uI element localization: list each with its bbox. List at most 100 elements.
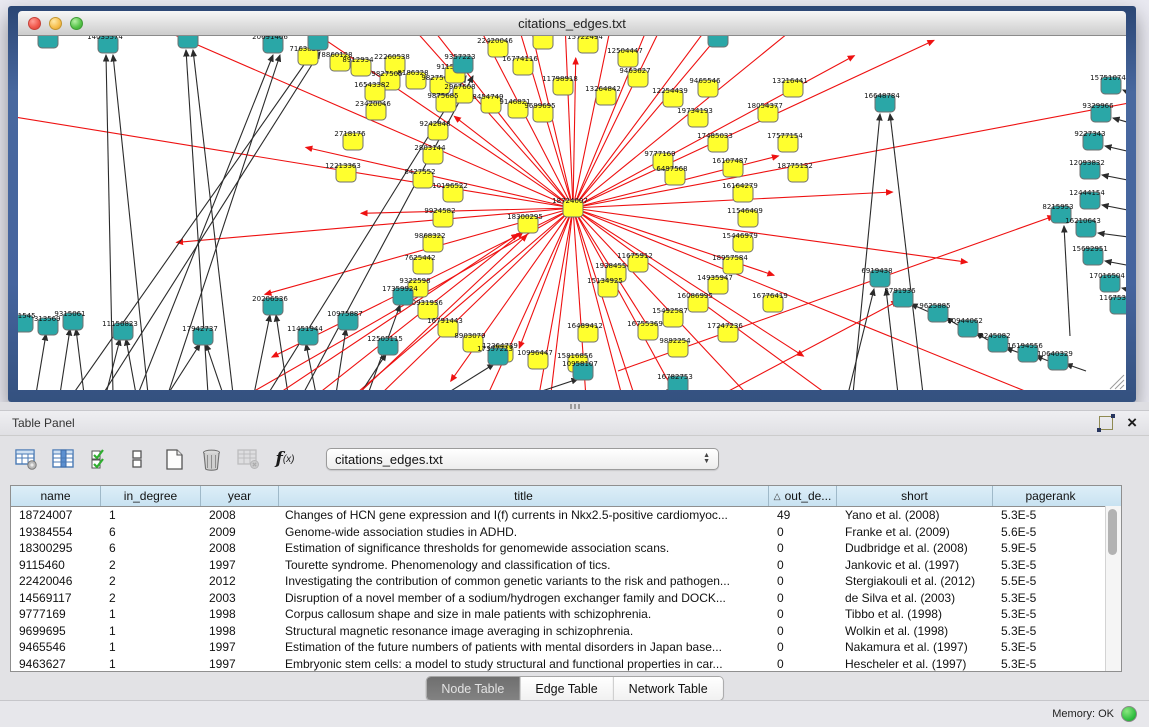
table-row[interactable]: 1938455462009Genome-wide association stu… bbox=[11, 524, 1121, 541]
graph-node-label: 16782753 bbox=[657, 373, 693, 381]
graph-node-label: 13216441 bbox=[772, 77, 808, 85]
table-row[interactable]: 946554611997Estimation of the future num… bbox=[11, 639, 1121, 656]
table-row[interactable]: 946362711997Embryonic stem cells: a mode… bbox=[11, 656, 1121, 673]
network-window-titlebar[interactable]: citations_edges.txt bbox=[18, 11, 1126, 36]
resize-grip-icon[interactable] bbox=[1115, 380, 1124, 389]
graph-node[interactable] bbox=[533, 36, 553, 49]
table-cell: Corpus callosum shape and size in male p… bbox=[279, 607, 769, 621]
row-height-icon[interactable] bbox=[125, 447, 149, 471]
table-cell: 0 bbox=[769, 624, 837, 638]
graph-edge[interactable] bbox=[1064, 226, 1070, 336]
table-cell: 1997 bbox=[201, 558, 279, 572]
network-canvas[interactable]: 7163822886012889129342226053898275051654… bbox=[18, 36, 1126, 390]
column-header-out_de[interactable]: △out_de... bbox=[769, 486, 837, 506]
table-settings-icon[interactable] bbox=[14, 447, 38, 471]
graph-node-label: 22420046 bbox=[477, 37, 513, 45]
cytoscape-desktop: citations_edges.txt 71638228860128891293… bbox=[0, 0, 1149, 727]
graph-edge[interactable] bbox=[336, 329, 346, 390]
column-header-short[interactable]: short bbox=[837, 486, 993, 506]
table-scrollbar-thumb[interactable] bbox=[1108, 509, 1117, 555]
graph-node-label: 8427552 bbox=[404, 168, 435, 176]
graph-edge[interactable] bbox=[168, 344, 200, 390]
table-header-row: namein_degreeyeartitle△out_de...shortpag… bbox=[11, 486, 1121, 507]
graph-edge[interactable] bbox=[106, 55, 113, 390]
table-cell: 1 bbox=[101, 640, 201, 654]
graph-edge[interactable] bbox=[1113, 118, 1126, 131]
table-row[interactable]: 969969511998Structural magnetic resonanc… bbox=[11, 623, 1121, 640]
graph-node-label: 6497568 bbox=[656, 165, 687, 173]
graph-edge[interactable] bbox=[358, 235, 527, 390]
table-cell: Genome-wide association studies in ADHD. bbox=[279, 525, 769, 539]
graph-edge[interactable] bbox=[1102, 205, 1126, 216]
table-panel-body: f(x) citations_edges.txt ▲▼ namein_degre… bbox=[0, 436, 1149, 700]
graph-node-label: 15751074 bbox=[1090, 74, 1126, 82]
graph-node-label: 18957584 bbox=[712, 254, 748, 262]
graph-node-label: 9463627 bbox=[619, 67, 650, 75]
graph-edge[interactable] bbox=[848, 289, 874, 390]
new-table-icon[interactable] bbox=[162, 447, 186, 471]
graph-edge[interactable] bbox=[1102, 175, 1126, 186]
table-selector-dropdown[interactable]: citations_edges.txt ▲▼ bbox=[326, 448, 719, 470]
table-cell: 0 bbox=[769, 558, 837, 572]
table-scrollbar[interactable] bbox=[1105, 506, 1121, 671]
column-header-pagerank[interactable]: pagerank bbox=[993, 486, 1108, 506]
table-cell: 9465546 bbox=[11, 640, 101, 654]
graph-edge[interactable] bbox=[254, 315, 270, 390]
graph-edge[interactable] bbox=[168, 55, 280, 390]
graph-edge[interactable] bbox=[36, 334, 46, 390]
table-selector-value: citations_edges.txt bbox=[335, 452, 443, 467]
table-row[interactable]: 911546021997Tourette syndrome. Phenomeno… bbox=[11, 557, 1121, 574]
divider-grip-icon[interactable] bbox=[570, 404, 580, 409]
graph-node-label: 16791443 bbox=[427, 317, 463, 325]
graph-edge[interactable] bbox=[60, 329, 70, 390]
resize-grip-icon[interactable] bbox=[1120, 385, 1124, 389]
graph-node-label: 9931545 bbox=[18, 312, 36, 320]
graph-edge[interactable] bbox=[18, 107, 573, 208]
network-view-window[interactable]: citations_edges.txt 71638228860128891293… bbox=[8, 6, 1136, 402]
show-columns-icon[interactable] bbox=[51, 447, 75, 471]
float-panel-icon[interactable] bbox=[1099, 416, 1113, 430]
close-panel-icon[interactable]: × bbox=[1127, 416, 1137, 430]
column-header-title[interactable]: title bbox=[279, 486, 769, 506]
graph-node-label: 8903079 bbox=[454, 332, 485, 340]
tab-node-table[interactable]: Node Table bbox=[426, 677, 519, 700]
import-table-icon[interactable] bbox=[236, 447, 260, 471]
graph-node[interactable] bbox=[708, 36, 728, 47]
tab-edge-table[interactable]: Edge Table bbox=[519, 677, 612, 700]
graph-node-label: 14035574 bbox=[87, 36, 123, 41]
table-row[interactable]: 2242004622012Investigating the contribut… bbox=[11, 573, 1121, 590]
table-cell: 5.3E-5 bbox=[993, 591, 1108, 605]
table-row[interactable]: 1830029562008Estimation of significance … bbox=[11, 540, 1121, 557]
select-columns-icon[interactable] bbox=[88, 447, 112, 471]
column-header-year[interactable]: year bbox=[201, 486, 279, 506]
citation-network-graph[interactable]: 7163822886012889129342226053898275051654… bbox=[18, 36, 1126, 390]
graph-node-label: 10640329 bbox=[1037, 350, 1073, 358]
sort-ascending-icon: △ bbox=[774, 491, 781, 502]
node-table[interactable]: namein_degreeyeartitle△out_de...shortpag… bbox=[10, 485, 1122, 672]
function-builder-icon[interactable]: f(x) bbox=[273, 447, 297, 471]
table-row[interactable]: 1456911722003Disruption of a novel membe… bbox=[11, 590, 1121, 607]
panel-divider[interactable] bbox=[0, 402, 1149, 410]
column-header-name[interactable]: name bbox=[11, 486, 101, 506]
tab-network-table[interactable]: Network Table bbox=[613, 677, 723, 700]
graph-edge[interactable] bbox=[126, 339, 136, 390]
graph-edge[interactable] bbox=[206, 344, 223, 390]
graph-edge[interactable] bbox=[1105, 261, 1126, 271]
graph-node[interactable] bbox=[178, 36, 198, 48]
delete-table-icon[interactable] bbox=[199, 447, 223, 471]
graph-node[interactable] bbox=[38, 36, 58, 48]
graph-edge[interactable] bbox=[306, 344, 316, 390]
graph-edge[interactable] bbox=[1098, 233, 1126, 241]
graph-edge[interactable] bbox=[1066, 364, 1086, 371]
graph-edge[interactable] bbox=[853, 114, 880, 390]
graph-edge[interactable] bbox=[723, 301, 898, 390]
graph-node[interactable] bbox=[308, 36, 328, 50]
table-row[interactable]: 1872400712008Changes of HCN gene express… bbox=[11, 507, 1121, 524]
memory-status-indicator[interactable] bbox=[1121, 706, 1137, 722]
column-header-in_degree[interactable]: in_degree bbox=[101, 486, 201, 506]
table-row[interactable]: 977716911998Corpus callosum shape and si… bbox=[11, 606, 1121, 623]
table-cell: 1998 bbox=[201, 607, 279, 621]
graph-edge[interactable] bbox=[1105, 146, 1126, 158]
graph-node-label: 15134925 bbox=[587, 277, 623, 285]
graph-node-label: 18054377 bbox=[747, 102, 783, 110]
